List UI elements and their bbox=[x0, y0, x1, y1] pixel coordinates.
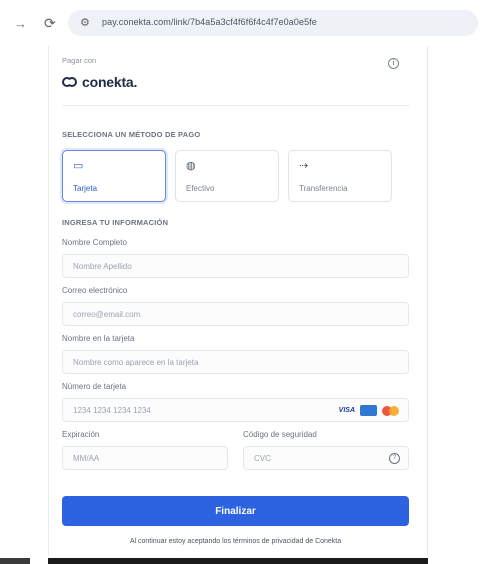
pay-with-label: Pagar con bbox=[62, 56, 97, 65]
terms-text: Al continuar estoy aceptando los término… bbox=[129, 538, 342, 545]
expiry-input[interactable]: MM/AA bbox=[62, 446, 228, 470]
card-brand-logos: VISA bbox=[339, 405, 400, 416]
conekta-logo-icon bbox=[62, 76, 78, 88]
name-input[interactable]: Nombre Apellido bbox=[62, 254, 409, 278]
taskbar-segment bbox=[48, 558, 428, 564]
cardholder-input[interactable]: Nombre como aparece en la tarjeta bbox=[62, 350, 409, 374]
card-number-placeholder: 1234 1234 1234 1234 bbox=[73, 406, 151, 415]
card-number-input[interactable]: 1234 1234 1234 1234 VISA bbox=[62, 398, 409, 422]
method-card[interactable]: ▭ Tarjeta bbox=[62, 150, 166, 202]
transfer-icon: ⇢ bbox=[299, 160, 309, 172]
expiry-label: Expiración bbox=[62, 430, 100, 439]
email-placeholder: correo@email.com bbox=[73, 310, 141, 319]
arrow-right-icon[interactable]: → bbox=[14, 16, 27, 31]
cvc-input[interactable]: CVC ? bbox=[243, 446, 409, 470]
cvc-label: Código de seguridad bbox=[243, 430, 317, 439]
cardholder-placeholder: Nombre como aparece en la tarjeta bbox=[73, 358, 199, 367]
url-text[interactable]: pay.conekta.com/link/7b4a5a3cf4f6f6f4c4f… bbox=[102, 17, 472, 27]
info-icon[interactable]: i bbox=[388, 58, 399, 69]
expiry-placeholder: MM/AA bbox=[73, 454, 100, 463]
divider bbox=[62, 105, 410, 106]
address-bar[interactable]: ⚙ pay.conekta.com/link/7b4a5a3cf4f6f6f4c… bbox=[68, 10, 478, 36]
method-cash[interactable]: ◍ Efectivo bbox=[175, 150, 279, 202]
visa-logo-icon: VISA bbox=[338, 407, 355, 414]
amex-logo-icon bbox=[360, 405, 377, 416]
name-label: Nombre Completo bbox=[62, 238, 127, 247]
cvc-placeholder: CVC bbox=[254, 454, 271, 463]
method-label: Transferencia bbox=[299, 184, 348, 193]
brand-name: conekta. bbox=[82, 74, 138, 90]
method-label: Tarjeta bbox=[73, 184, 98, 193]
taskbar-edge bbox=[0, 556, 483, 564]
brand-logo: conekta. bbox=[62, 74, 137, 90]
browser-toolbar: → ⟳ ⚙ pay.conekta.com/link/7b4a5a3cf4f6f… bbox=[0, 0, 483, 44]
email-input[interactable]: correo@email.com bbox=[62, 302, 409, 326]
mastercard-logo-icon bbox=[382, 405, 400, 416]
reload-icon[interactable]: ⟳ bbox=[44, 15, 56, 32]
method-label: Efectivo bbox=[186, 184, 215, 193]
card-number-label: Número de tarjeta bbox=[62, 382, 127, 391]
cash-icon: ◍ bbox=[186, 160, 196, 172]
info-heading: Ingresa tu información bbox=[62, 218, 169, 227]
cardholder-label: Nombre en la tarjeta bbox=[62, 334, 135, 343]
name-placeholder: Nombre Apellido bbox=[73, 262, 132, 271]
method-transfer[interactable]: ⇢ Transferencia bbox=[288, 150, 392, 202]
finalize-button[interactable]: Finalizar bbox=[62, 496, 409, 526]
taskbar-segment bbox=[0, 558, 30, 564]
methods-heading: Selecciona un método de pago bbox=[62, 130, 201, 139]
site-settings-icon[interactable]: ⚙ bbox=[80, 16, 90, 29]
cvc-help-icon[interactable]: ? bbox=[389, 453, 400, 464]
email-label: Correo electrónico bbox=[62, 286, 128, 295]
card-icon: ▭ bbox=[73, 160, 84, 172]
